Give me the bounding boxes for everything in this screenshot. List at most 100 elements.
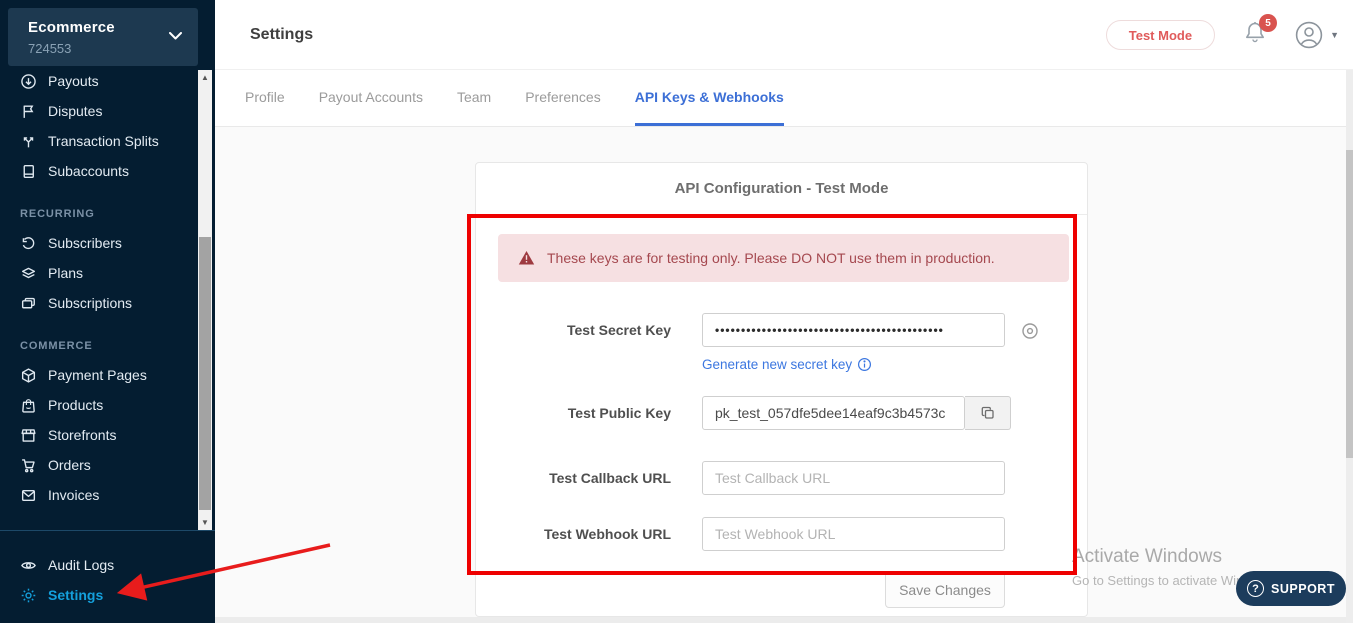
sidebar-item-invoices[interactable]: Invoices xyxy=(0,480,198,510)
secret-key-input[interactable] xyxy=(702,313,1005,347)
callback-url-label: Test Callback URL xyxy=(476,461,671,495)
test-mode-label: Test Mode xyxy=(1129,28,1192,43)
question-mark-icon: ? xyxy=(1247,580,1264,597)
payment-pages-icon xyxy=(20,367,37,384)
sidebar-item-label: Disputes xyxy=(48,103,102,119)
settings-gear-icon xyxy=(20,587,37,604)
payouts-icon xyxy=(20,73,37,90)
sidebar-item-label: Subscriptions xyxy=(48,295,132,311)
subscribers-icon xyxy=(20,235,37,252)
warning-triangle-icon xyxy=(518,250,535,266)
copy-icon xyxy=(980,405,996,421)
generate-secret-key-link[interactable]: Generate new secret key xyxy=(702,357,872,372)
subscriptions-icon xyxy=(20,295,37,312)
public-key-input[interactable] xyxy=(702,396,965,430)
caret-down-icon: ▼ xyxy=(1330,30,1339,40)
sidebar-scrollbar-thumb[interactable] xyxy=(199,237,211,510)
bottom-edge-strip xyxy=(215,617,1353,623)
tab-team[interactable]: Team xyxy=(457,70,491,126)
sidebar-item-label: Payment Pages xyxy=(48,367,147,383)
chevron-down-icon xyxy=(169,32,182,40)
sidebar-item-label: Storefronts xyxy=(48,427,116,443)
content-area: API Configuration - Test Mode These keys… xyxy=(215,127,1353,623)
orders-icon xyxy=(20,457,37,474)
callback-url-input[interactable] xyxy=(702,461,1005,495)
tab-preferences[interactable]: Preferences xyxy=(525,70,600,126)
sidebar-item-disputes[interactable]: Disputes xyxy=(0,96,198,126)
org-switcher[interactable]: Ecommerce 724553 xyxy=(8,8,198,66)
account-menu[interactable]: ▼ xyxy=(1295,21,1339,49)
support-button[interactable]: ? SUPPORT xyxy=(1236,571,1346,606)
card-title: API Configuration - Test Mode xyxy=(675,180,889,197)
products-icon xyxy=(20,397,37,414)
sidebar-footer: Audit Logs Settings xyxy=(0,550,215,610)
audit-logs-icon xyxy=(20,557,37,574)
transaction-splits-icon xyxy=(20,133,37,150)
sidebar-item-label: Transaction Splits xyxy=(48,133,159,149)
sidebar-item-subaccounts[interactable]: Subaccounts xyxy=(0,156,198,186)
avatar-icon xyxy=(1295,21,1323,49)
copy-public-key-button[interactable] xyxy=(965,396,1011,430)
sidebar-item-label: Payouts xyxy=(48,73,99,89)
org-name: Ecommerce xyxy=(28,19,115,36)
sidebar-item-audit-logs[interactable]: Audit Logs xyxy=(0,550,215,580)
tab-api-keys-webhooks[interactable]: API Keys & Webhooks xyxy=(635,70,784,126)
plans-icon xyxy=(20,265,37,282)
sidebar-item-storefronts[interactable]: Storefronts xyxy=(0,420,198,450)
page-title: Settings xyxy=(250,26,313,44)
sidebar-section-recurring: RECURRING xyxy=(0,200,198,228)
settings-tabs: Profile Payout Accounts Team Preferences… xyxy=(215,70,1353,127)
sidebar-item-orders[interactable]: Orders xyxy=(0,450,198,480)
sidebar-item-label: Audit Logs xyxy=(48,557,114,573)
alert-text: These keys are for testing only. Please … xyxy=(547,250,995,266)
tab-profile[interactable]: Profile xyxy=(245,70,285,126)
sidebar-item-payment-pages[interactable]: Payment Pages xyxy=(0,360,198,390)
sidebar-item-label: Products xyxy=(48,397,103,413)
save-changes-button[interactable]: Save Changes xyxy=(885,571,1005,608)
sidebar-item-products[interactable]: Products xyxy=(0,390,198,420)
sidebar-item-subscribers[interactable]: Subscribers xyxy=(0,228,198,258)
secret-key-label: Test Secret Key xyxy=(476,313,671,347)
sidebar-item-label: Plans xyxy=(48,265,83,281)
card-header: API Configuration - Test Mode xyxy=(476,163,1087,215)
topbar-controls: Test Mode 5 ▼ xyxy=(1106,0,1339,70)
subaccounts-icon xyxy=(20,163,37,180)
page-scrollbar-thumb[interactable] xyxy=(1346,150,1353,458)
sidebar-nav: Payouts Disputes Transaction Splits Suba… xyxy=(0,66,198,510)
tab-payout-accounts[interactable]: Payout Accounts xyxy=(319,70,423,126)
webhook-url-input[interactable] xyxy=(702,517,1005,551)
sidebar-scrollbar: ▲ ▼ xyxy=(198,70,212,530)
public-key-label: Test Public Key xyxy=(476,396,671,430)
sidebar-item-transaction-splits[interactable]: Transaction Splits xyxy=(0,126,198,156)
notification-badge: 5 xyxy=(1259,14,1277,32)
org-id: 724553 xyxy=(28,41,71,56)
sidebar-item-label: Subaccounts xyxy=(48,163,129,179)
info-icon xyxy=(857,357,872,372)
test-mode-toggle[interactable]: Test Mode xyxy=(1106,20,1215,50)
sidebar-item-label: Settings xyxy=(48,587,103,603)
sidebar-item-plans[interactable]: Plans xyxy=(0,258,198,288)
test-keys-warning-alert: These keys are for testing only. Please … xyxy=(498,234,1069,282)
support-label: SUPPORT xyxy=(1271,582,1335,596)
sidebar-item-label: Invoices xyxy=(48,487,99,503)
sidebar: Ecommerce 724553 Payouts Disputes Transa… xyxy=(0,0,215,623)
scroll-down-arrow[interactable]: ▼ xyxy=(198,515,212,530)
sidebar-item-payouts[interactable]: Payouts xyxy=(0,66,198,96)
webhook-url-label: Test Webhook URL xyxy=(476,517,671,551)
disputes-icon xyxy=(20,103,37,120)
sidebar-item-label: Subscribers xyxy=(48,235,122,251)
sidebar-item-subscriptions[interactable]: Subscriptions xyxy=(0,288,198,318)
sidebar-section-commerce: COMMERCE xyxy=(0,332,198,360)
sidebar-item-label: Orders xyxy=(48,457,91,473)
sidebar-item-settings[interactable]: Settings xyxy=(0,580,215,610)
generate-link-label: Generate new secret key xyxy=(702,357,852,372)
topbar: Settings Test Mode 5 ▼ xyxy=(215,0,1353,70)
scroll-up-arrow[interactable]: ▲ xyxy=(198,70,212,85)
app-root: Ecommerce 724553 Payouts Disputes Transa… xyxy=(0,0,1353,623)
api-configuration-card: API Configuration - Test Mode These keys… xyxy=(475,162,1088,617)
storefronts-icon xyxy=(20,427,37,444)
reveal-secret-eye-icon[interactable] xyxy=(1020,321,1040,341)
notifications-button[interactable]: 5 xyxy=(1243,20,1269,50)
invoices-icon xyxy=(20,487,37,504)
page-scrollbar xyxy=(1346,70,1353,623)
